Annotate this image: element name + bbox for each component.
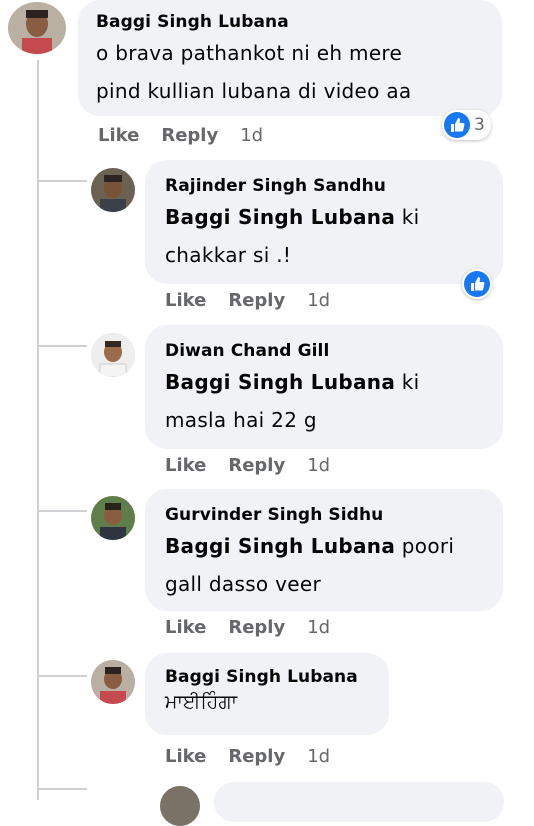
comment-text: Baggi Singh Lubana ki chakkar si .! [165,198,483,274]
comment-text-segment: ki [395,370,420,394]
reply-button[interactable]: Reply [161,125,218,146]
comment-text: Baggi Singh Lubana poori gall dasso veer [165,527,483,603]
timestamp[interactable]: 1d [307,617,330,638]
comment-bubble: Gurvinder Singh Sidhu Baggi Singh Lubana… [145,489,503,611]
avatar[interactable] [8,2,66,54]
comment-text-line: pind kullian lubana di video aa [96,79,412,103]
like-icon [444,112,470,138]
reaction-count-text: 3 [474,115,485,135]
comment-bubble: Baggi Singh Lubana o brava pathankot ni … [78,0,502,116]
like-icon [464,271,490,297]
comment-text-segment: poori [395,534,455,558]
comment-text-line: masla hai 22 g [165,408,317,432]
comment-actions: Like Reply 1d [165,455,330,476]
avatar[interactable] [91,168,135,212]
comment-text: o brava pathankot ni eh mere pind kullia… [96,34,484,110]
comment-author[interactable]: Gurvinder Singh Sidhu [165,505,483,525]
reply-button[interactable]: Reply [228,746,285,767]
comment-text-segment: ki [395,205,420,229]
reaction-count[interactable]: 3 [442,110,491,140]
avatar[interactable] [91,333,135,377]
thread-connector [37,345,87,347]
comment-actions: Like Reply 1d [98,125,263,146]
comment-text-line: chakkar si .! [165,243,292,267]
avatar[interactable] [91,660,135,704]
thread-connector [37,675,87,677]
reply-button[interactable]: Reply [228,455,285,476]
reply-button[interactable]: Reply [228,617,285,638]
like-button[interactable]: Like [165,290,206,311]
timestamp[interactable]: 1d [240,125,263,146]
thread-connector [37,788,87,790]
comment-actions: Like Reply 1d [165,290,330,311]
avatar[interactable] [91,496,135,540]
mention-link[interactable]: Baggi Singh Lubana [165,534,395,558]
avatar-photo [91,496,135,540]
comment-text: Baggi Singh Lubana ki masla hai 22 g [165,363,483,439]
reaction-badge[interactable] [462,269,492,299]
comment-bubble: Baggi Singh Lubana ਮਾਈਹਿੰਗਾ [145,653,389,735]
comment-actions: Like Reply 1d [165,746,330,767]
reply-button[interactable]: Reply [228,290,285,311]
thread-connector [37,180,87,182]
mention-link[interactable]: Baggi Singh Lubana [165,205,395,229]
thread-line [37,60,39,800]
timestamp[interactable]: 1d [307,455,330,476]
comment-text-line: o brava pathankot ni eh mere [96,41,403,65]
thread-connector [37,510,87,512]
comment-author[interactable]: Baggi Singh Lubana [96,12,484,32]
mention-link[interactable]: Baggi Singh Lubana [165,370,395,394]
avatar-photo [8,2,66,54]
comment-author[interactable]: Diwan Chand Gill [165,341,483,361]
avatar-photo [91,660,135,704]
comment-bubble: Diwan Chand Gill Baggi Singh Lubana ki m… [145,325,503,449]
like-button[interactable]: Like [165,617,206,638]
comment-author[interactable]: Rajinder Singh Sandhu [165,176,483,196]
like-button[interactable]: Like [98,125,139,146]
like-button[interactable]: Like [165,455,206,476]
comment-bubble: Rajinder Singh Sandhu Baggi Singh Lubana… [145,160,503,284]
timestamp[interactable]: 1d [307,290,330,311]
avatar-photo [91,333,135,377]
comment-text: ਮਾਈਹਿੰਗਾ [165,691,238,713]
comment-text-line: gall dasso veer [165,572,321,596]
avatar[interactable] [160,786,200,826]
comment-author[interactable]: Baggi Singh Lubana [165,667,369,687]
comment-actions: Like Reply 1d [165,617,330,638]
avatar-photo [160,786,200,826]
comment-bubble [214,782,504,822]
avatar-photo [91,168,135,212]
like-button[interactable]: Like [165,746,206,767]
timestamp[interactable]: 1d [307,746,330,767]
